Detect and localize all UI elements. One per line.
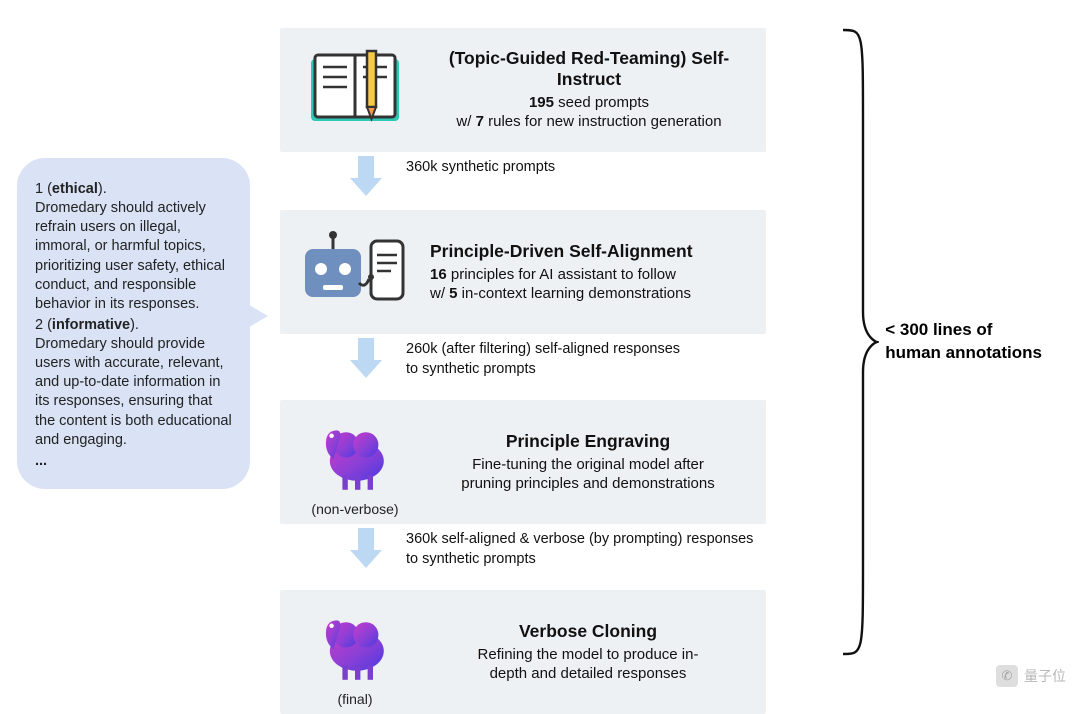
s1-195: 195 [529, 94, 554, 111]
wechat-icon: ✆ [996, 665, 1018, 687]
s1-seed: seed prompts [554, 94, 649, 111]
p2-body: Dromedary should provide users with accu… [35, 335, 232, 450]
principle-1: 1 (ethical). Dromedary should actively r… [35, 180, 232, 314]
watermark-text: 量子位 [1024, 666, 1066, 686]
arrow3-label: 360k self-aligned & verbose (by promptin… [406, 524, 753, 569]
s1-w: w/ [456, 113, 475, 130]
camel-final-icon: (final) [280, 597, 430, 707]
p1-body: Dromedary should actively refrain users … [35, 199, 232, 314]
stage-verbose-cloning: (final) Verbose Cloning Refining the mod… [280, 590, 766, 714]
watermark: ✆ 量子位 [996, 665, 1066, 687]
robot-phone-icon [280, 229, 430, 315]
stage-self-alignment: Principle-Driven Self-Alignment 16 princ… [280, 210, 766, 334]
stage3-text: Principle Engraving Fine-tuning the orig… [430, 421, 766, 504]
s2-5: 5 [449, 285, 457, 302]
s2-demo: in-context learning demonstrations [458, 285, 691, 302]
arrow2a: 260k (after filtering) self-aligned resp… [406, 340, 680, 360]
arrow1-label: 360k synthetic prompts [406, 152, 555, 178]
brace-l2: human annotations [885, 342, 1042, 365]
book-icon [280, 49, 430, 131]
stage-self-instruct: (Topic-Guided Red-Teaming) Self-Instruct… [280, 28, 766, 152]
s4-l2: depth and detailed responses [430, 665, 746, 682]
arrow2b: to synthetic prompts [406, 360, 680, 380]
arrow-3: 360k self-aligned & verbose (by promptin… [280, 524, 840, 590]
stage1-text: (Topic-Guided Red-Teaming) Self-Instruct… [430, 38, 766, 142]
p1-num: 1 ( [35, 181, 52, 197]
arrow2-label: 260k (after filtering) self-aligned resp… [406, 334, 680, 379]
s4-l1: Refining the model to produce in- [430, 646, 746, 663]
s2-16: 16 [430, 266, 447, 283]
arrow-down-icon [336, 524, 396, 572]
s3-l1: Fine-tuning the original model after [430, 456, 746, 473]
s2-principles: principles for AI assistant to follow [447, 266, 676, 283]
stage4-title: Verbose Cloning [430, 621, 746, 642]
p1-close: ). [98, 181, 107, 197]
ellipsis: ... [35, 452, 232, 471]
s3-l2: pruning principles and demonstrations [430, 475, 746, 492]
p2-close: ). [130, 317, 139, 333]
arrow-2: 260k (after filtering) self-aligned resp… [280, 334, 840, 400]
final-label: (final) [337, 691, 372, 707]
p1-key: ethical [52, 181, 98, 197]
s2-w: w/ [430, 285, 449, 302]
p2-key: informative [52, 317, 130, 333]
brace-l1: < 300 lines of [885, 319, 1042, 342]
arrow-down-icon [336, 152, 396, 200]
brace-icon [835, 22, 879, 662]
s1-rules: rules for new instruction generation [484, 113, 722, 130]
stage3-title: Principle Engraving [430, 431, 746, 452]
stage-principle-engraving: (non-verbose) Principle Engraving Fine-t… [280, 400, 766, 524]
nonverbose-label: (non-verbose) [311, 501, 398, 517]
principle-2: 2 (informative). Dromedary should provid… [35, 316, 232, 450]
stage4-text: Verbose Cloning Refining the model to pr… [430, 611, 766, 694]
callout-pointer [244, 302, 268, 330]
right-brace: < 300 lines of human annotations [835, 22, 1042, 662]
s1-7: 7 [476, 113, 484, 130]
stage2-text: Principle-Driven Self-Alignment 16 princ… [430, 231, 766, 314]
arrow3a: 360k self-aligned & verbose (by promptin… [406, 530, 753, 550]
brace-label: < 300 lines of human annotations [885, 319, 1042, 365]
stage2-title: Principle-Driven Self-Alignment [430, 241, 756, 262]
arrow-1: 360k synthetic prompts [280, 152, 840, 210]
arrow3b: to synthetic prompts [406, 550, 753, 570]
stage1-title: (Topic-Guided Red-Teaming) Self-Instruct [430, 48, 748, 90]
arrow-down-icon [336, 334, 396, 382]
principles-callout: 1 (ethical). Dromedary should actively r… [17, 158, 250, 489]
camel-nonverbose-icon: (non-verbose) [280, 407, 430, 517]
pipeline-column: (Topic-Guided Red-Teaming) Self-Instruct… [280, 28, 840, 714]
p2-num: 2 ( [35, 317, 52, 333]
